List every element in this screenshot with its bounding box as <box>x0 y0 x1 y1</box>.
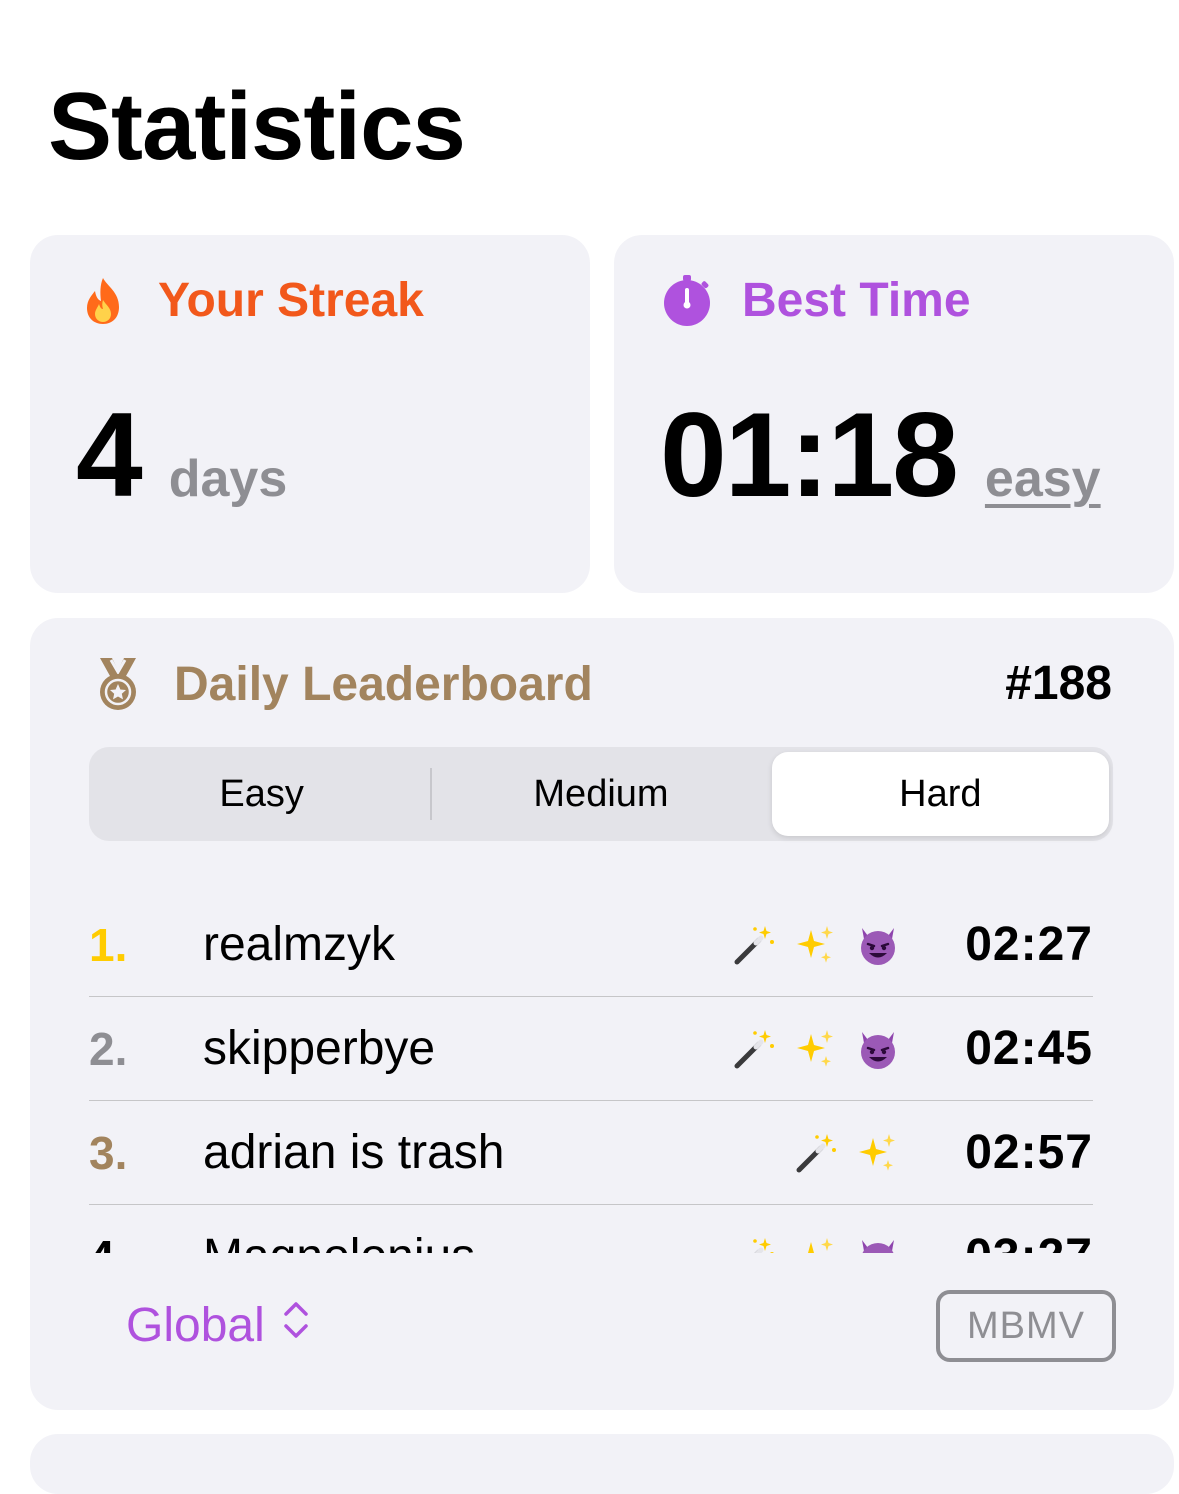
row-username: adrian is trash <box>203 1126 505 1179</box>
tab-easy[interactable]: Easy <box>93 752 430 836</box>
smiling-devil-icon <box>855 1026 901 1072</box>
row-badges <box>701 1234 901 1253</box>
row-time: 03:27 <box>943 1229 1093 1253</box>
scope-picker[interactable]: Global <box>126 1298 311 1353</box>
next-card <box>30 1434 1174 1494</box>
smiling-devil-icon <box>855 1234 901 1253</box>
tab-medium[interactable]: Medium <box>432 752 769 836</box>
best-time-header: Best Time <box>662 271 971 331</box>
stopwatch-icon <box>662 274 712 328</box>
leaderboard-list[interactable]: 1. realmzyk 02:27 2. skipperbye 02:45 3. adrian… <box>89 893 1093 1253</box>
sparkles-icon <box>793 1026 839 1072</box>
smiling-devil-icon <box>855 922 901 968</box>
leaderboard-header: Daily Leaderboard <box>92 654 593 714</box>
sparkles-icon <box>855 1130 901 1176</box>
magic-wand-icon <box>731 1026 777 1072</box>
row-time: 02:45 <box>965 1022 1093 1075</box>
magic-wand-icon <box>731 1234 777 1253</box>
best-time-card: Best Time 01:18 easy <box>614 235 1174 593</box>
leaderboard-row[interactable]: 4.Magnolonius 03:27 <box>89 1205 1093 1253</box>
streak-unit: days <box>168 450 288 508</box>
best-time-value-row: 01:18 easy <box>660 385 1101 525</box>
row-rank: 3. <box>89 1126 128 1179</box>
leaderboard-row[interactable]: 2. skipperbye 02:45 <box>89 997 1093 1101</box>
sparkles-icon <box>793 922 839 968</box>
best-time-value: 01:18 <box>660 388 959 522</box>
leaderboard-label: Daily Leaderboard <box>174 657 593 711</box>
chevron-up-down-icon <box>281 1298 311 1353</box>
code-badge: MBMV <box>936 1290 1116 1362</box>
row-badges <box>701 922 901 968</box>
streak-header: Your Streak <box>78 271 424 331</box>
row-rank: 1. <box>89 918 128 971</box>
magic-wand-icon <box>731 922 777 968</box>
row-username: Magnolonius <box>203 1229 701 1253</box>
scope-label: Global <box>126 1299 265 1352</box>
best-time-difficulty-link[interactable]: easy <box>985 449 1101 509</box>
best-time-label: Best Time <box>742 274 971 327</box>
streak-value-row: 4 days <box>76 385 287 525</box>
row-rank: 4. <box>89 1230 203 1254</box>
medal-icon <box>92 656 144 712</box>
row-badges <box>701 1130 901 1176</box>
row-badges <box>701 1026 901 1072</box>
row-time: 02:27 <box>965 918 1093 971</box>
row-rank: 2. <box>89 1022 128 1075</box>
streak-value: 4 <box>76 388 143 522</box>
difficulty-segmented-control: Easy Medium Hard <box>89 747 1113 841</box>
sparkles-icon <box>793 1234 839 1253</box>
row-username: realmzyk <box>203 918 396 971</box>
streak-label: Your Streak <box>158 274 424 327</box>
leaderboard-row[interactable]: 3. adrian is trash 02:57 <box>89 1101 1093 1205</box>
user-rank: #188 <box>1005 657 1112 710</box>
magic-wand-icon <box>793 1130 839 1176</box>
page-title: Statistics <box>48 73 466 180</box>
row-time: 02:57 <box>965 1126 1093 1179</box>
streak-card: Your Streak 4 days <box>30 235 590 593</box>
leaderboard-card: Daily Leaderboard #188 Easy Medium Hard … <box>30 618 1174 1410</box>
flame-icon <box>78 274 128 328</box>
leaderboard-row[interactable]: 1. realmzyk 02:27 <box>89 893 1093 997</box>
row-username: skipperbye <box>203 1022 436 1075</box>
tab-hard[interactable]: Hard <box>771 752 1109 836</box>
